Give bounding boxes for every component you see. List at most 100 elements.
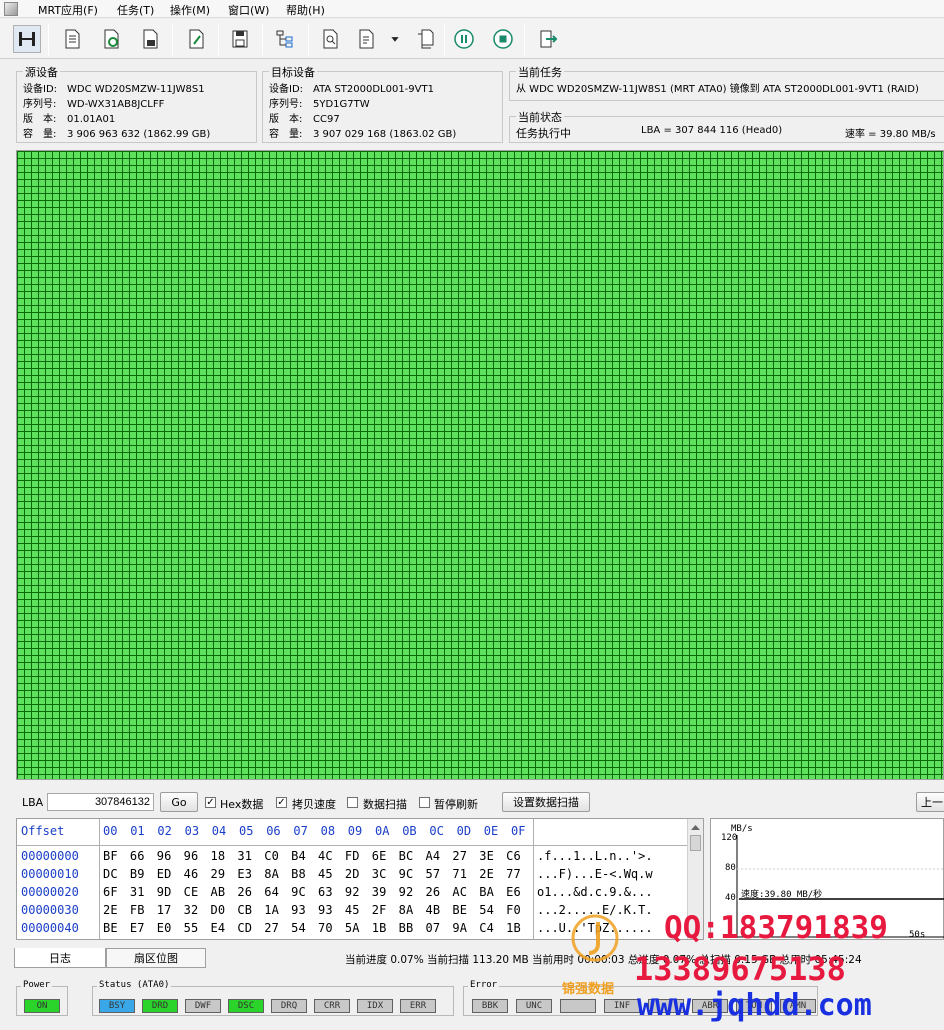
error-led: UNC — [516, 999, 552, 1013]
hex-data-checkbox[interactable]: ✓ — [205, 797, 216, 808]
pause-icon[interactable] — [450, 25, 478, 53]
target-capacity-label: 容 量: — [269, 129, 303, 140]
source-capacity-value: 3 906 963 632 (1862.99 GB) — [67, 129, 211, 140]
error-led: INF — [604, 999, 640, 1013]
exit-icon[interactable] — [534, 25, 562, 53]
sector-map[interactable] — [16, 150, 944, 780]
search-icon[interactable] — [316, 25, 344, 53]
pause-refresh-checkbox[interactable] — [419, 797, 430, 808]
target-version-value: CC97 — [313, 114, 340, 125]
copy-speed-checkbox[interactable]: ✓ — [276, 797, 287, 808]
status-led: BSY — [99, 999, 135, 1013]
lba-input[interactable] — [47, 793, 154, 811]
hex-column-header: 09 — [347, 824, 363, 838]
report-icon[interactable] — [352, 25, 380, 53]
source-id-label: 设备ID: — [23, 84, 58, 95]
source-version-value: 01.01A01 — [67, 114, 116, 125]
status-led: DWF — [185, 999, 221, 1013]
hex-row-offset: 00000000 — [21, 849, 79, 863]
data-scan-label: 数据扫描 — [363, 798, 407, 811]
hex-column-header: 0A — [375, 824, 390, 838]
set-data-scan-button[interactable]: 设置数据扫描 — [502, 792, 590, 812]
document-icon[interactable] — [58, 25, 86, 53]
power-led: ON — [24, 999, 60, 1013]
lba-label: LBA — [22, 796, 44, 809]
document-refresh-icon[interactable] — [97, 25, 125, 53]
error-title: Error — [468, 980, 500, 990]
hex-column-header: 0D — [456, 824, 472, 838]
source-capacity-label: 容 量: — [23, 129, 57, 140]
target-serial-label: 序列号: — [269, 99, 303, 110]
menu-help[interactable]: 帮助(H) — [286, 2, 325, 18]
app-icon — [4, 2, 18, 16]
chevron-down-icon[interactable] — [385, 25, 405, 53]
source-id-value: WDC WD20SMZW-11JW8S1 — [67, 84, 205, 95]
hex-row-ascii: o1...&d.c.9.&... — [537, 885, 653, 899]
error-led — [560, 999, 596, 1013]
menu-operation[interactable]: 操作(M) — [170, 2, 210, 18]
tab-log[interactable]: 日志 — [14, 948, 106, 968]
document-save-icon[interactable] — [136, 25, 164, 53]
watermark-qq: QQ:183791839 — [664, 910, 888, 946]
current-task-text: 从 WDC WD20SMZW-11JW8S1 (MRT ATA0) 镜像到 AT… — [516, 84, 919, 95]
status-led: CRR — [314, 999, 350, 1013]
hex-row-bytes[interactable]: BE E7 E0 55 E4 CD 27 54 70 5A 1B BB 07 9… — [103, 921, 521, 935]
go-button[interactable]: Go — [160, 792, 198, 812]
hex-scroll-thumb[interactable] — [690, 835, 701, 851]
hex-row-bytes[interactable]: BF 66 96 96 18 31 C0 B4 4C FD 6E BC A4 2… — [103, 849, 521, 863]
graph-ytick-40: 40 — [725, 893, 736, 903]
hex-column-header: 04 — [211, 824, 227, 838]
hex-column-header: 01 — [130, 824, 145, 838]
hex-column-header: 00 — [103, 824, 118, 838]
hex-row-bytes[interactable]: 6F 31 9D CE AB 26 64 9C 63 92 39 92 26 A… — [103, 885, 521, 899]
prev-button[interactable]: 上一 — [916, 792, 944, 812]
current-task-group: 当前任务 从 WDC WD20SMZW-11JW8S1 (MRT ATA0) 镜… — [509, 64, 944, 101]
hex-row-offset: 00000030 — [21, 903, 79, 917]
hex-column-header: 0E — [483, 824, 499, 838]
status-led: DSC — [228, 999, 264, 1013]
tree-icon[interactable] — [271, 25, 299, 53]
target-version-label: 版 本: — [269, 114, 303, 125]
stop-icon[interactable] — [489, 25, 517, 53]
watermark-brand: 锦强数据 — [562, 982, 615, 997]
target-id-value: ATA ST2000DL001-9VT1 — [313, 84, 434, 95]
source-device-group: 源设备 设备ID: WDC WD20SMZW-11JW8S1 序列号: WD-WX3… — [16, 64, 257, 143]
menu-task[interactable]: 任务(T) — [117, 2, 154, 18]
tab-sector-map[interactable]: 扇区位图 — [106, 948, 206, 968]
power-title: Power — [21, 980, 53, 990]
hex-column-header: 05 — [239, 824, 254, 838]
hex-row-ascii: ...F)...E-<.Wq.w — [537, 867, 653, 881]
copy-icon[interactable] — [411, 25, 439, 53]
target-serial-value: 5YD1G7TW — [313, 99, 370, 110]
hex-offset-header: Offset — [21, 824, 65, 838]
hex-row-bytes[interactable]: 2E FB 17 32 D0 CB 1A 93 93 45 2F 8A 4B B… — [103, 903, 521, 917]
graph-xtick: 50s — [909, 930, 926, 940]
scroll-up-icon[interactable] — [690, 821, 701, 830]
hex-column-header: 02 — [157, 824, 172, 838]
brand-logo-icon — [566, 912, 624, 970]
state-speed-text: 速率 = 39.80 MB/s — [845, 129, 936, 140]
status-title: Status (ATA0) — [97, 980, 172, 990]
span-tool-icon[interactable] — [13, 25, 41, 53]
target-capacity-value: 3 907 029 168 (1863.02 GB) — [313, 129, 457, 140]
floppy-save-icon[interactable] — [226, 25, 254, 53]
watermark-url: www.jqhdd.com — [637, 988, 872, 1023]
menu-app[interactable]: MRT应用(F) — [38, 2, 98, 18]
hex-row-bytes[interactable]: DC B9 ED 46 29 E3 8A B8 45 2D 3C 9C 57 7… — [103, 867, 521, 881]
source-device-title: 源设备 — [23, 64, 60, 80]
hex-row-offset: 00000040 — [21, 921, 79, 935]
current-task-title: 当前任务 — [516, 64, 564, 80]
document-edit-icon[interactable] — [182, 25, 210, 53]
state-lba-text: LBA = 307 844 116 (Head0) — [641, 125, 783, 136]
menu-window[interactable]: 窗口(W) — [228, 2, 269, 18]
hex-column-header: 0B — [402, 824, 417, 838]
graph-ytick-80: 80 — [725, 863, 736, 873]
data-scan-checkbox[interactable] — [347, 797, 358, 808]
graph-ytick-120: 120 — [721, 833, 738, 843]
source-serial-value: WD-WX31AB8JCLFF — [67, 99, 165, 110]
target-device-group: 目标设备 设备ID: ATA ST2000DL001-9VT1 序列号: 5YD1G… — [262, 64, 503, 143]
status-led: ERR — [400, 999, 436, 1013]
hex-column-header: 08 — [320, 824, 336, 838]
current-state-title: 当前状态 — [516, 109, 564, 125]
hex-row-offset: 00000010 — [21, 867, 79, 881]
